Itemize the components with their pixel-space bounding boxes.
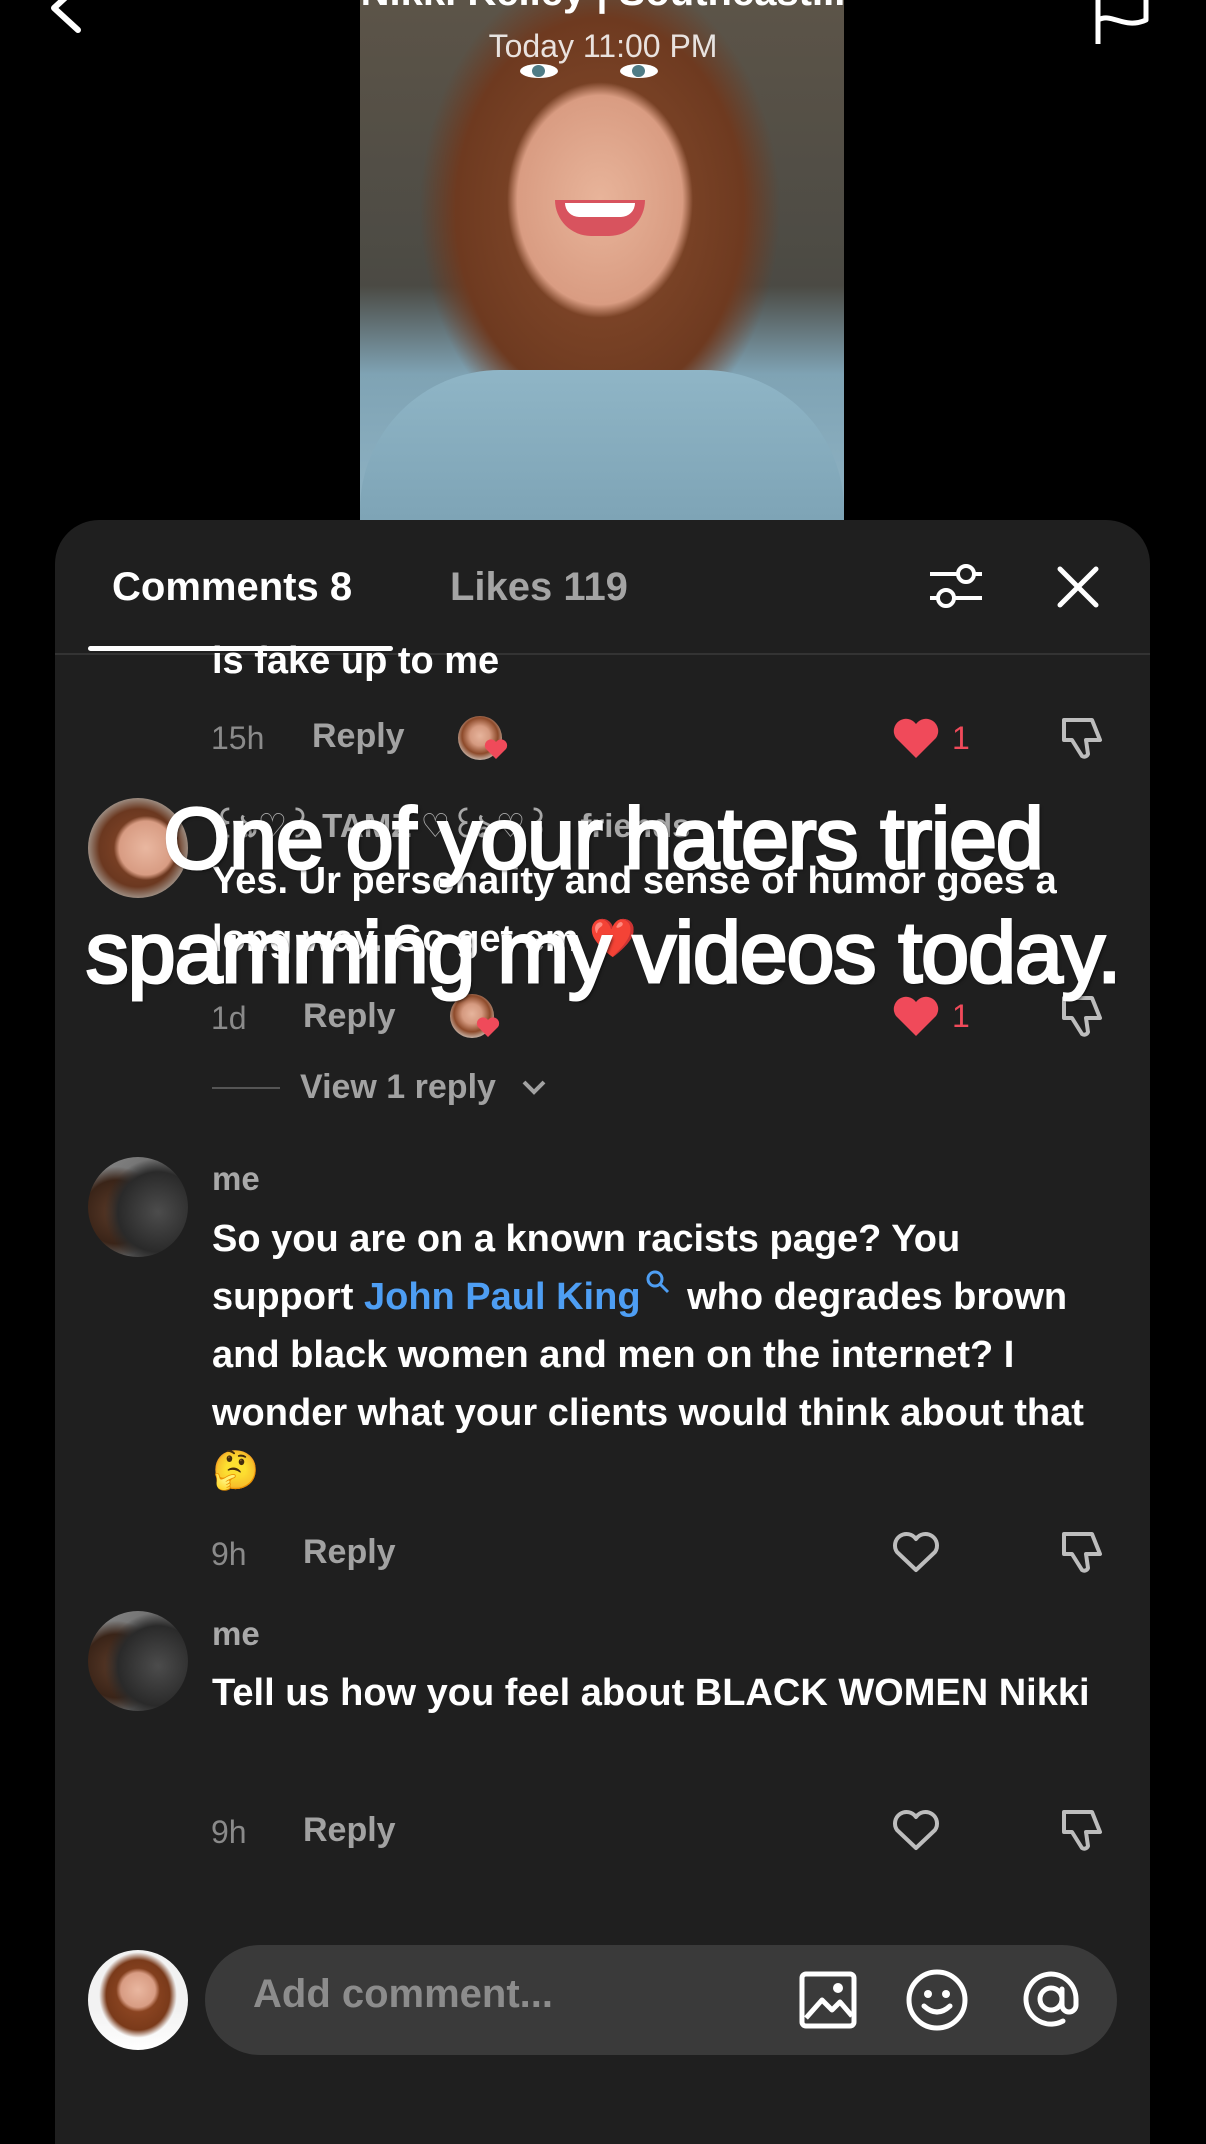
reply-button[interactable]: Reply	[312, 717, 405, 756]
header-title[interactable]: Nikki Kelley | Southeast...	[300, 0, 906, 15]
creator-liked-heart-icon	[484, 739, 508, 759]
dislike-icon[interactable]	[1058, 1528, 1106, 1576]
comment-input-placeholder[interactable]: Add comment...	[253, 1972, 553, 2017]
current-user-avatar	[88, 1950, 188, 2050]
creator-liked-heart-icon	[476, 1017, 500, 1037]
comment-text: Tell us how you feel about BLACK WOMEN N…	[212, 1672, 1090, 1714]
comment-time: 9h	[211, 1536, 247, 1572]
comment-time: 15h	[211, 720, 265, 756]
report-flag-icon[interactable]	[1092, 0, 1152, 46]
tab-comments[interactable]: Comments 8	[112, 565, 352, 610]
image-icon[interactable]	[798, 1970, 858, 2030]
video-teeth	[565, 203, 635, 217]
reply-button[interactable]: Reply	[303, 1533, 396, 1572]
video-shirt	[360, 370, 844, 520]
view-replies-divider	[212, 1087, 280, 1089]
mention-icon[interactable]	[1017, 1965, 1085, 2033]
close-icon[interactable]	[1056, 565, 1100, 609]
dislike-icon[interactable]	[1058, 714, 1106, 762]
video-thumbnail[interactable]	[360, 0, 844, 520]
comment-username[interactable]: me	[212, 1615, 260, 1653]
filter-sliders-icon[interactable]	[928, 560, 984, 612]
video-eye-left	[520, 64, 558, 78]
avatar[interactable]	[88, 1611, 188, 1711]
like-heart-outline-icon[interactable]	[892, 1808, 940, 1852]
video-eye-right	[620, 64, 658, 78]
comment-text: is fake up to me	[212, 640, 500, 682]
view-replies-button[interactable]: View 1 reply	[300, 1068, 496, 1107]
like-heart-outline-icon[interactable]	[892, 1530, 940, 1574]
reply-button[interactable]: Reply	[303, 1811, 396, 1850]
avatar[interactable]	[88, 1157, 188, 1257]
search-icon[interactable]	[645, 1269, 671, 1295]
comment-time: 9h	[211, 1814, 247, 1850]
like-count: 1	[952, 720, 970, 756]
header-time: Today 11:00 PM	[488, 28, 718, 64]
emoji-icon[interactable]	[905, 1968, 969, 2032]
tab-likes[interactable]: Likes 119	[450, 565, 628, 610]
comment-search-link[interactable]: John Paul King	[364, 1276, 641, 1318]
video-overlay-caption: One of your haters tried spamming my vid…	[84, 790, 1123, 1003]
comment-text: So you are on a known racists page? You …	[212, 1210, 1102, 1500]
dislike-icon[interactable]	[1058, 1806, 1106, 1854]
like-heart-filled-icon[interactable]	[892, 716, 940, 760]
comment-username[interactable]: me	[212, 1160, 260, 1198]
chevron-down-icon	[522, 1080, 546, 1095]
back-arrow-icon[interactable]	[44, 0, 88, 42]
